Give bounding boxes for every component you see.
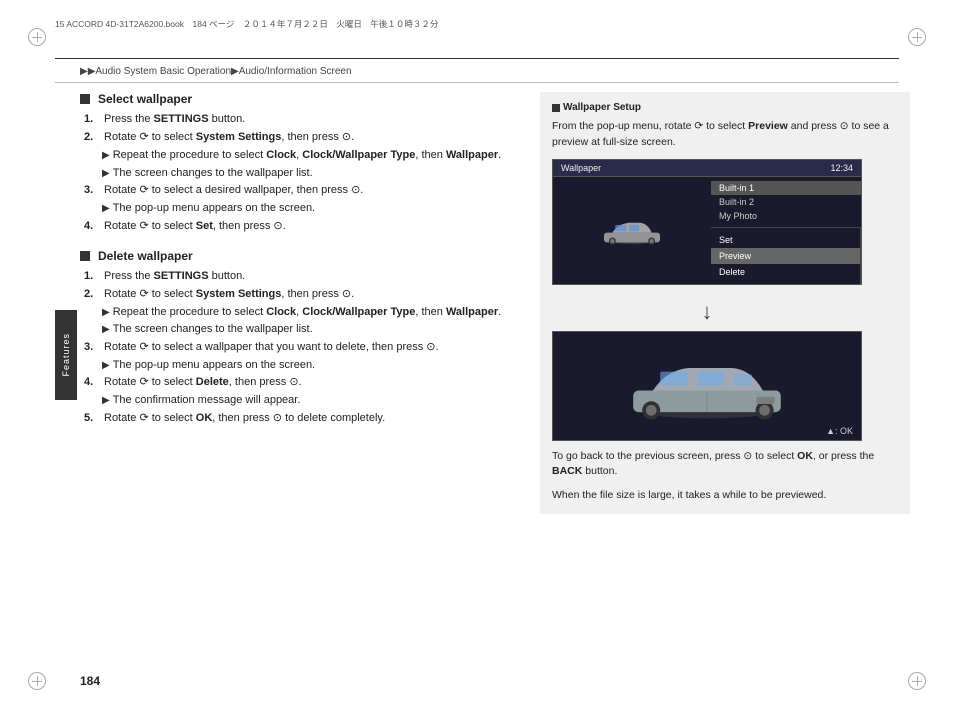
- del-step-2-sub2: ▶ The screen changes to the wallpaper li…: [102, 321, 510, 338]
- corner-mark-tl: [28, 28, 46, 46]
- step-3: 3. Rotate ⟳ to select a desired wallpape…: [84, 182, 510, 199]
- note-box: Wallpaper Setup From the pop-up menu, ro…: [540, 92, 910, 514]
- ui-list-item: Built-in 2: [711, 195, 861, 209]
- menu-item-delete: Delete: [711, 264, 860, 280]
- ui-list-item: Built-in 1: [711, 181, 861, 195]
- step-2-sub1: ▶ Repeat the procedure to select Clock, …: [102, 147, 510, 164]
- section2-steps: 1. Press the SETTINGS button. 2. Rotate …: [84, 268, 510, 427]
- arrow-icon: ▶: [102, 322, 110, 337]
- ui-header-label: Wallpaper: [561, 163, 601, 173]
- down-arrow-icon: ↓: [702, 299, 713, 325]
- side-tab: Features: [55, 310, 77, 400]
- del-step-4-sub1: ▶ The confirmation message will appear.: [102, 392, 510, 409]
- bottom-note1: To go back to the previous screen, press…: [552, 449, 898, 481]
- del-step-3: 3. Rotate ⟳ to select a wallpaper that y…: [84, 339, 510, 356]
- car-svg-full: [617, 350, 797, 422]
- right-column: Wallpaper Setup From the pop-up menu, ro…: [540, 92, 910, 514]
- arrow-icon: ▶: [102, 305, 110, 320]
- menu-item-set: Set: [711, 232, 860, 248]
- step-1: 1. Press the SETTINGS button.: [84, 111, 510, 128]
- step-2: 2. Rotate ⟳ to select System Settings, t…: [84, 129, 510, 146]
- section1-square-icon: [80, 94, 90, 104]
- note-square-icon: [552, 104, 560, 112]
- car-thumbnail: [553, 177, 711, 284]
- del-step-4: 4. Rotate ⟳ to select Delete, then press…: [84, 374, 510, 391]
- section1-steps: 1. Press the SETTINGS button. 2. Rotate …: [84, 111, 510, 235]
- left-column: Select wallpaper 1. Press the SETTINGS b…: [80, 92, 510, 441]
- arrow-icon: ▶: [102, 148, 110, 163]
- del-step-3-sub1: ▶ The pop-up menu appears on the screen.: [102, 357, 510, 374]
- arrow-icon: ▶: [102, 201, 110, 216]
- arrow-icon: ▶: [102, 166, 110, 181]
- section1-heading: Select wallpaper: [80, 92, 510, 106]
- arrow-icon: ▶: [102, 393, 110, 408]
- down-arrow-container: ↓: [552, 293, 862, 331]
- del-step-2: 2. Rotate ⟳ to select System Settings, t…: [84, 286, 510, 303]
- top-bar: 15 ACCORD 4D-31T2A6200.book 184 ページ ２０１４…: [55, 18, 899, 30]
- section2-heading: Delete wallpaper: [80, 249, 510, 263]
- note-text: From the pop-up menu, rotate ⟳ to select…: [552, 119, 898, 151]
- note-title: Wallpaper Setup: [552, 102, 898, 113]
- wallpaper-preview-screen: ▲: OK: [552, 331, 862, 441]
- ok-label: ▲: OK: [826, 426, 853, 436]
- step-3-sub1: ▶ The pop-up menu appears on the screen.: [102, 200, 510, 217]
- arrow-icon: ▶: [102, 358, 110, 373]
- ui-list-item: My Photo: [711, 209, 861, 223]
- bottom-note2: When the file size is large, it takes a …: [552, 488, 898, 504]
- menu-item-preview: Preview: [711, 248, 860, 264]
- ui-list: Built-in 1 Built-in 2 My Photo: [711, 177, 861, 228]
- page-number: 184: [80, 674, 100, 688]
- print-info: 15 ACCORD 4D-31T2A6200.book 184 ページ ２０１４…: [55, 18, 438, 30]
- corner-mark-bl: [28, 672, 46, 690]
- del-step-1: 1. Press the SETTINGS button.: [84, 268, 510, 285]
- del-step-2-sub1: ▶ Repeat the procedure to select Clock, …: [102, 304, 510, 321]
- del-step-5: 5. Rotate ⟳ to select OK, then press ⊙ t…: [84, 410, 510, 427]
- step-2-sub2: ▶ The screen changes to the wallpaper li…: [102, 165, 510, 182]
- ui-clock: 12:34: [830, 163, 853, 173]
- car-svg-small: [597, 213, 667, 248]
- step-4: 4. Rotate ⟳ to select Set, then press ⊙.: [84, 218, 510, 235]
- ui-menu: Set Preview Delete: [711, 228, 861, 284]
- side-tab-label: Features: [61, 333, 71, 377]
- ui-body: Built-in 1 Built-in 2 My Photo Set Previ…: [553, 177, 861, 284]
- corner-mark-br: [908, 672, 926, 690]
- section2-square-icon: [80, 251, 90, 261]
- ui-header: Wallpaper 12:34: [553, 160, 861, 177]
- breadcrumb-line: [55, 82, 899, 83]
- wallpaper-ui-screen1: Wallpaper 12:34: [552, 159, 862, 285]
- top-bar-line: [55, 58, 899, 59]
- breadcrumb: ▶▶Audio System Basic Operation▶Audio/Inf…: [80, 66, 352, 77]
- corner-mark-tr: [908, 28, 926, 46]
